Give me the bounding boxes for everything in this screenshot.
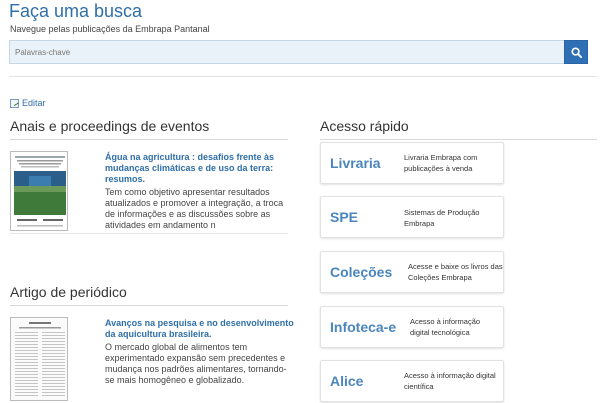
quick-access-name: Infoteca-e xyxy=(330,319,397,335)
section-heading-acesso: Acesso rápido xyxy=(320,118,409,134)
search-icon xyxy=(570,46,582,58)
publication-description: O mercado global de alimentos tem experi… xyxy=(105,342,287,385)
quick-access-description: Acesso à informação digital científica xyxy=(404,371,496,391)
publication-thumbnail[interactable] xyxy=(10,317,68,401)
publication-title-link[interactable]: Avanços na pesquisa e no desenvolvimento… xyxy=(105,318,295,340)
page-title: Faça uma busca xyxy=(9,1,143,21)
publication-thumbnail[interactable] xyxy=(10,151,68,231)
quick-access-name: Alice xyxy=(330,373,364,389)
quick-access-name: Livraria xyxy=(330,155,381,171)
edit-link-label: Editar xyxy=(22,98,46,108)
quick-access-card-alice[interactable]: Alice Acesso à informação digital cientí… xyxy=(320,360,504,402)
section-rule xyxy=(320,139,597,140)
quick-access-description: Acesse e baixe os livros das Coleções Em… xyxy=(408,262,503,282)
quick-access-card-livraria[interactable]: Livraria Livraria Embrapa com publicaçõe… xyxy=(320,142,504,184)
quick-access-card-infoteca[interactable]: Infoteca-e Acesso à informação digital t… xyxy=(320,306,504,348)
quick-access-card-colecoes[interactable]: Coleções Acesse e baixe os livros das Co… xyxy=(320,251,504,293)
section-rule xyxy=(10,305,288,306)
search-input[interactable] xyxy=(10,41,566,63)
item-divider xyxy=(10,233,288,234)
edit-icon xyxy=(10,98,19,108)
quick-access-description: Sistemas de Produção Embrapa xyxy=(404,208,480,228)
section-rule xyxy=(10,139,288,140)
edit-link[interactable]: Editar xyxy=(10,98,46,108)
quick-access-name: SPE xyxy=(330,209,359,225)
quick-access-card-spe[interactable]: SPE Sistemas de Produção Embrapa xyxy=(320,196,504,238)
quick-access-description: Acesso à informação digital tecnológica xyxy=(410,317,481,337)
cover-image xyxy=(11,152,67,230)
publication-description: Tem como objetivo apresentar resultados … xyxy=(105,187,284,230)
divider xyxy=(9,76,597,77)
article-page-image xyxy=(11,318,67,400)
quick-access-name: Coleções xyxy=(330,264,393,280)
publication-title-link[interactable]: Água na agricultura : desafios frente às… xyxy=(105,152,295,185)
page-subtitle: Navegue pelas publicações da Embrapa Pan… xyxy=(10,24,210,34)
section-heading-artigo: Artigo de periódico xyxy=(10,284,127,300)
search-button[interactable] xyxy=(564,40,588,64)
quick-access-description: Livraria Embrapa com publicações à venda xyxy=(404,153,478,173)
search-bar xyxy=(9,40,588,64)
section-heading-anais: Anais e proceedings de eventos xyxy=(10,118,210,134)
